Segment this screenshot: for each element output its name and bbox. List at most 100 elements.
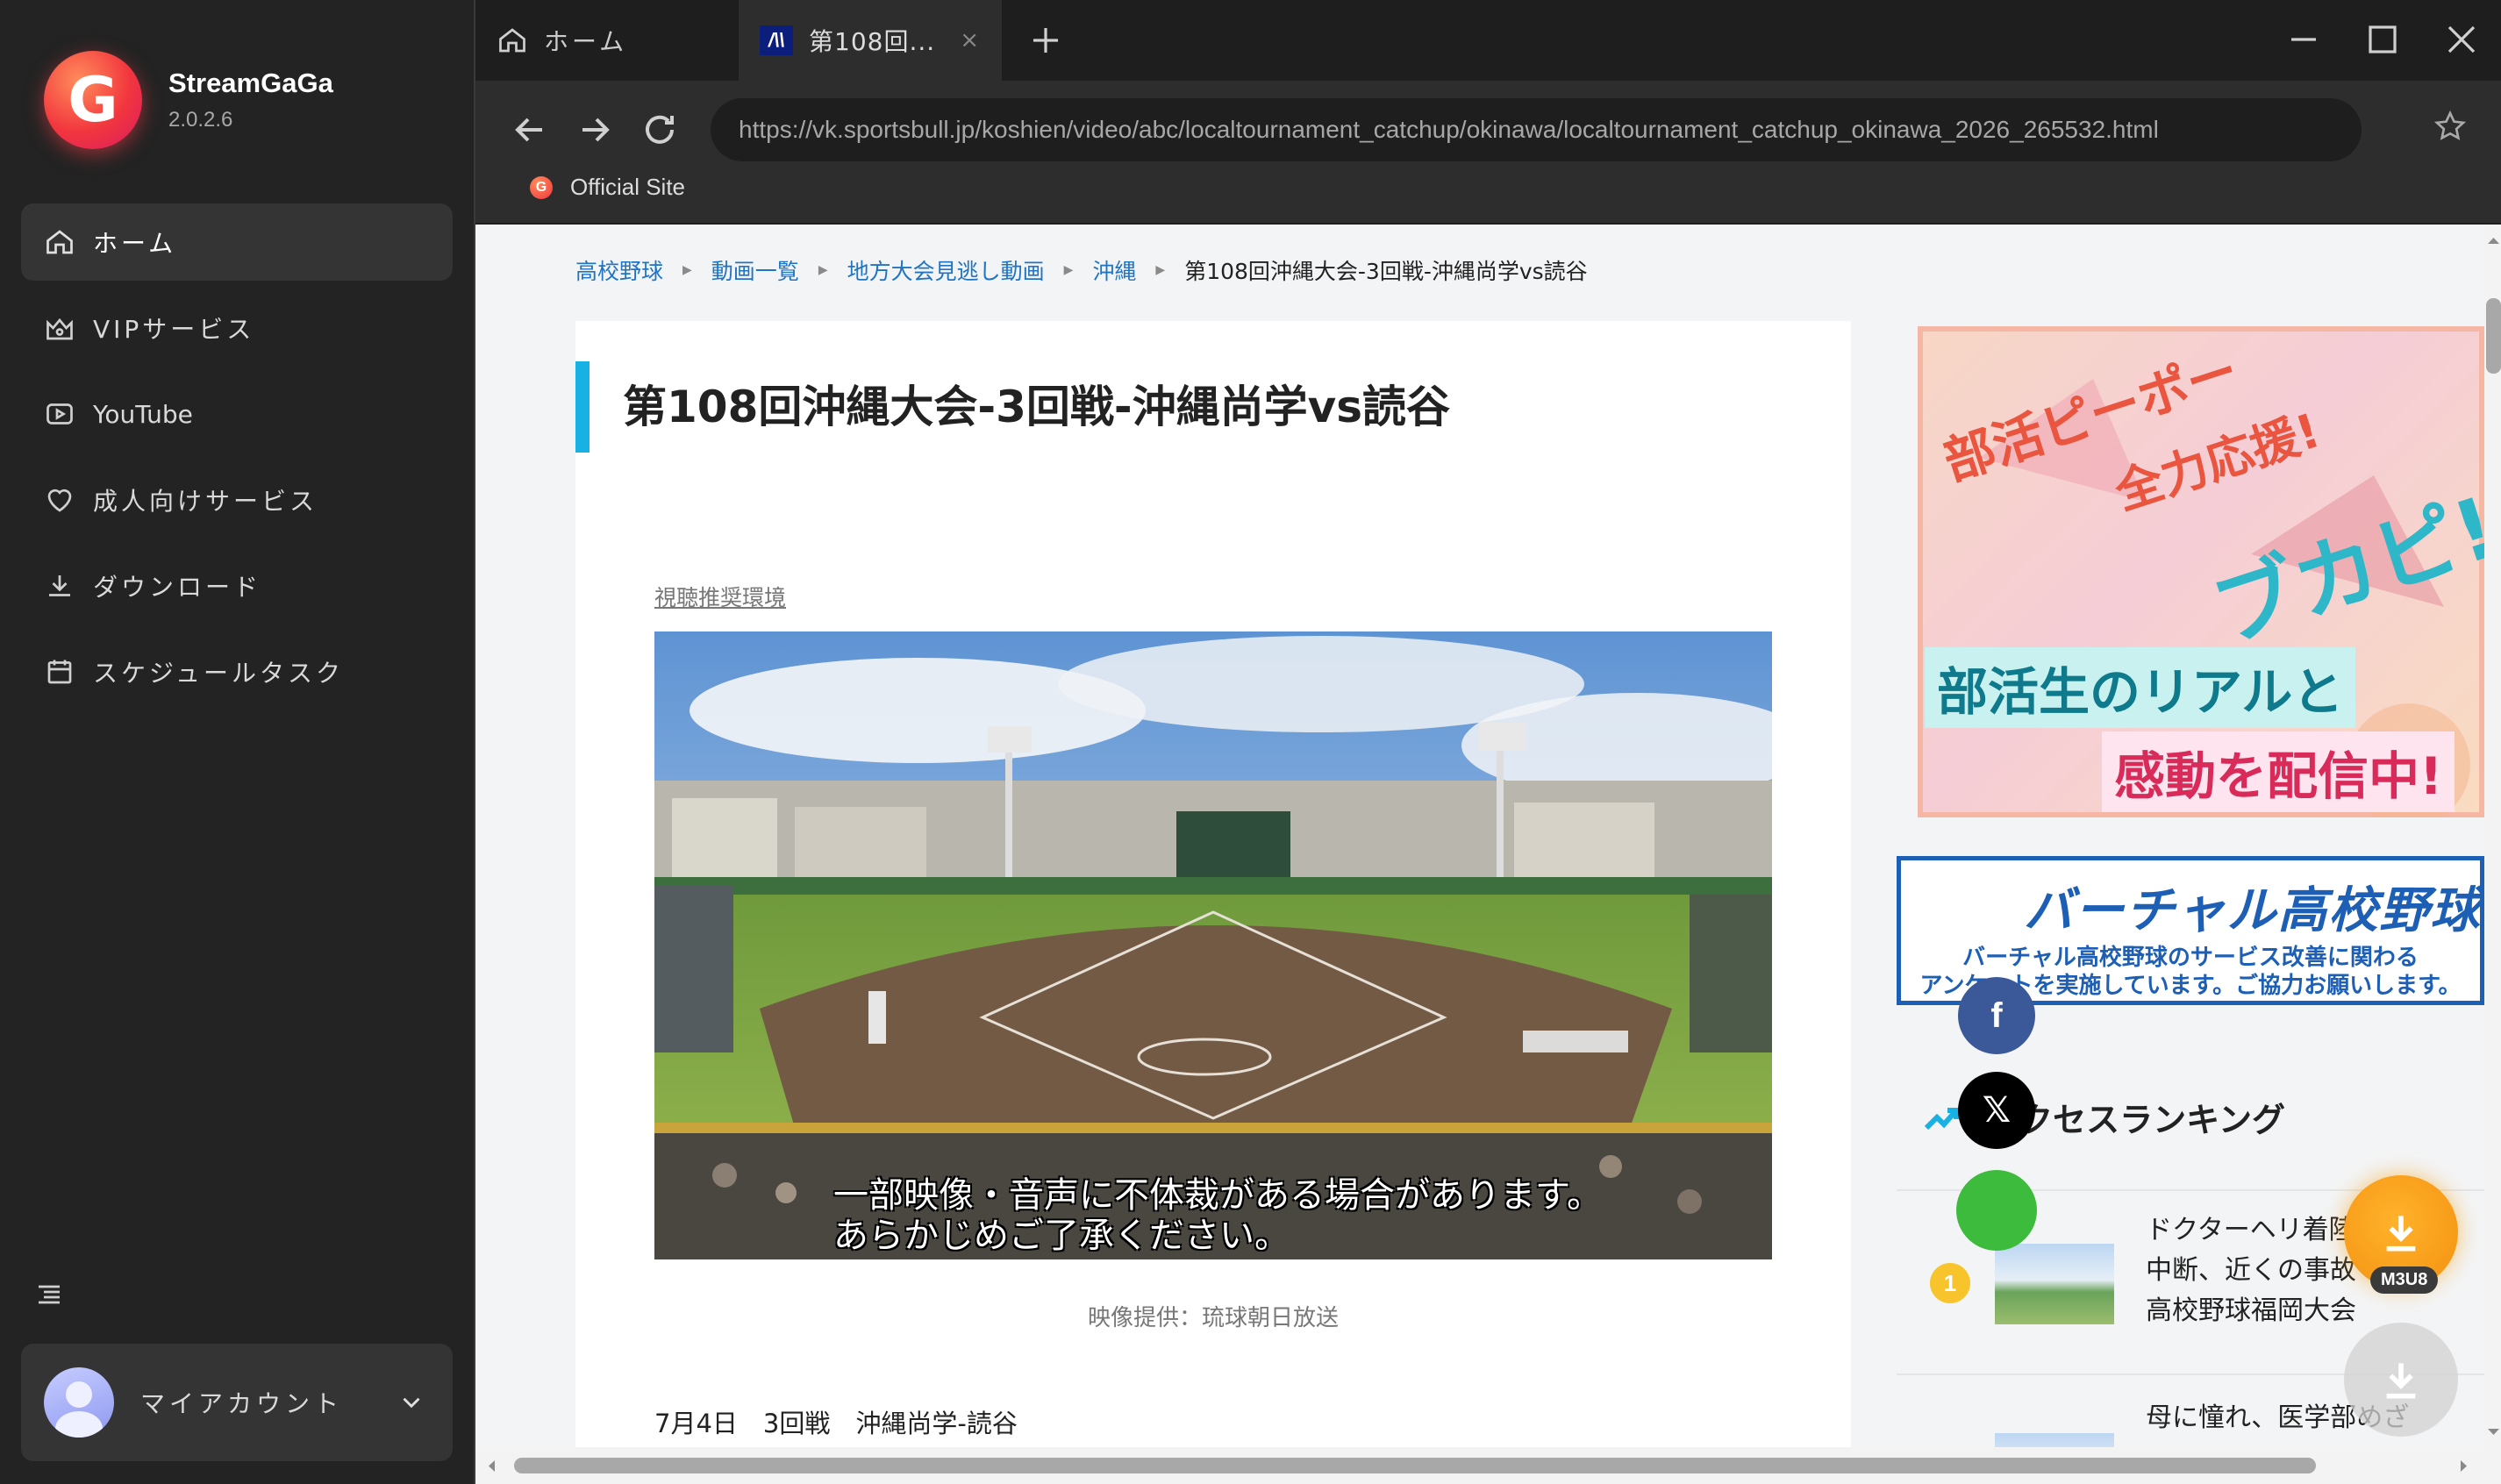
recommended-env-link[interactable]: 視聴推奨環境 xyxy=(654,581,786,612)
app-version: 2.0.2.6 xyxy=(168,108,233,132)
facebook-icon: f xyxy=(1990,995,2003,1035)
scroll-down-icon[interactable] xyxy=(2484,1423,2501,1441)
youtube-icon xyxy=(46,403,73,425)
address-bar: https://vk.sportsbull.jp/koshien/video/a… xyxy=(475,81,2501,223)
ranking-thumbnail xyxy=(1995,1244,2114,1324)
app-logo: G xyxy=(44,51,142,149)
trending-up-icon xyxy=(1924,1107,1959,1130)
breadcrumb-current: 第108回沖縄大会-3回戦-沖縄尚学vs読谷 xyxy=(1184,259,1588,284)
video-description: 7月4日 3回戦 沖縄尚学-読谷 xyxy=(654,1409,1018,1438)
bookmark-star-icon[interactable] xyxy=(2433,109,2468,144)
back-icon[interactable] xyxy=(509,109,551,151)
sidebar-item-label: ダウンロード xyxy=(93,573,262,602)
sidebar-item-label: ホーム xyxy=(93,229,177,258)
forward-icon[interactable] xyxy=(574,109,616,151)
sidebar-item-label: YouTube xyxy=(93,399,193,429)
app-name: StreamGaGa xyxy=(168,68,333,98)
sidebar-item-home[interactable]: ホーム xyxy=(21,203,453,281)
sidebar: G StreamGaGa 2.0.2.6 ホーム VIPサービス YouTube… xyxy=(0,0,474,1484)
sidebar-item-vip[interactable]: VIPサービス xyxy=(21,289,453,367)
ranking-title-line: 高校野球福岡大会 xyxy=(2146,1295,2356,1326)
bookmark-official-site[interactable]: G Official Site xyxy=(530,174,685,201)
bukapi-ad-banner[interactable]: 部活ピーポー 全力応援! ブカピ! 部活生のリアルと 感動を配信中! xyxy=(1918,326,2484,817)
close-window-icon[interactable] xyxy=(2440,16,2483,63)
sidebar-item-download[interactable]: ダウンロード xyxy=(21,547,453,624)
account-label: マイアカウント xyxy=(140,1389,344,1418)
sidebar-item-label: 成人向けサービス xyxy=(93,487,318,516)
tab-video[interactable]: /\\ 第108回... × xyxy=(739,0,1002,81)
ad-bukapi-line3: 部活生のリアルと xyxy=(1925,647,2356,728)
vertical-scrollbar[interactable] xyxy=(2484,225,2501,1447)
sidebar-item-label: VIPサービス xyxy=(93,315,255,344)
tab-title: ホーム xyxy=(544,27,628,56)
breadcrumb-link[interactable]: 動画一覧 xyxy=(711,254,799,286)
horizontal-scrollbar[interactable] xyxy=(475,1447,2501,1484)
stadium-image xyxy=(654,631,1772,1259)
sidebar-nav: ホーム VIPサービス YouTube 成人向けサービス ダウンロード スケジュ… xyxy=(21,203,453,719)
ad-bukapi-line4: 感動を配信中! xyxy=(2102,731,2455,812)
home-icon xyxy=(499,28,525,53)
scroll-left-icon[interactable] xyxy=(482,1457,501,1475)
vip-icon xyxy=(46,317,73,340)
page-title: 第108回沖縄大会-3回戦-沖縄尚学vs読谷 xyxy=(623,382,1451,432)
ranking-thumbnail xyxy=(1995,1433,2114,1447)
title-accent-bar xyxy=(575,361,590,453)
app-window: G StreamGaGa 2.0.2.6 ホーム VIPサービス YouTube… xyxy=(0,0,2501,1484)
m3u8-badge: M3U8 xyxy=(2370,1266,2439,1294)
streamgaga-favicon: G xyxy=(530,175,553,199)
sidebar-item-youtube[interactable]: YouTube xyxy=(21,375,453,453)
logo-letter: G xyxy=(68,64,118,136)
article-card: 第108回沖縄大会-3回戦-沖縄尚学vs読谷 視聴推奨環境 一部映像・音声に不体… xyxy=(575,321,1851,1447)
close-tab-icon[interactable]: × xyxy=(960,27,979,54)
brand: G StreamGaGa 2.0.2.6 xyxy=(44,51,333,149)
download-icon xyxy=(49,575,70,596)
sportsbull-favicon: /\\ xyxy=(760,25,793,55)
url-field[interactable]: https://vk.sportsbull.jp/koshien/video/a… xyxy=(711,98,2362,161)
home-icon xyxy=(46,230,73,254)
account-panel[interactable]: マイアカウント xyxy=(21,1344,453,1461)
breadcrumb-link[interactable]: 沖縄 xyxy=(1092,254,1136,286)
breadcrumb-sep-icon: ▶ xyxy=(1063,263,1074,277)
scrollbar-thumb[interactable] xyxy=(2486,298,2501,374)
bookmark-label: Official Site xyxy=(570,174,686,200)
heart-icon xyxy=(47,489,72,512)
web-content: 高校野球 ▶ 動画一覧 ▶ 地方大会見逃し動画 ▶ 沖縄 ▶ 第108回沖縄大会… xyxy=(475,225,2484,1447)
breadcrumb-sep-icon: ▶ xyxy=(818,263,828,277)
rank-number: 1 xyxy=(1930,1263,1970,1303)
calendar-icon xyxy=(47,660,72,684)
facebook-share-button[interactable]: f xyxy=(1958,977,2035,1054)
line-share-button[interactable] xyxy=(1956,1170,2037,1251)
browser-area: ホーム /\\ 第108回... × https://vk.sportsbull… xyxy=(474,0,2501,1484)
sidebar-item-schedule[interactable]: スケジュールタスク xyxy=(21,633,453,710)
video-credit: 映像提供：琉球朝日放送 xyxy=(1087,1305,1339,1331)
x-share-button[interactable]: 𝕏 xyxy=(1958,1072,2035,1149)
collapse-menu-icon[interactable] xyxy=(33,1279,65,1310)
download-icon xyxy=(2386,1216,2416,1252)
download-icon xyxy=(2386,1363,2416,1399)
secondary-download-fab[interactable] xyxy=(2344,1323,2458,1437)
url-text: https://vk.sportsbull.jp/koshien/video/a… xyxy=(739,116,2159,143)
x-icon: 𝕏 xyxy=(1982,1090,2012,1131)
new-tab-icon[interactable] xyxy=(1025,19,1067,61)
chevron-down-icon[interactable] xyxy=(397,1388,426,1417)
avatar xyxy=(44,1367,114,1438)
breadcrumb-sep-icon: ▶ xyxy=(1155,263,1166,277)
breadcrumb-sep-icon: ▶ xyxy=(682,263,692,277)
reload-icon[interactable] xyxy=(639,109,681,151)
breadcrumb-link[interactable]: 高校野球 xyxy=(575,254,663,286)
sidebar-item-label: スケジュールタスク xyxy=(93,659,345,688)
breadcrumb-link[interactable]: 地方大会見逃し動画 xyxy=(847,254,1045,286)
video-player[interactable]: 一部映像・音声に不体裁がある場合があります。 あらかじめご了承ください。 xyxy=(654,631,1772,1259)
sidebar-item-adult[interactable]: 成人向けサービス xyxy=(21,461,453,539)
minimize-icon[interactable] xyxy=(2283,16,2325,63)
tab-bar: ホーム /\\ 第108回... × xyxy=(475,0,2501,81)
tab-home[interactable]: ホーム xyxy=(497,0,760,81)
scroll-right-icon[interactable] xyxy=(2455,1457,2473,1475)
scroll-up-icon[interactable] xyxy=(2484,232,2501,250)
video-subtitle-line2: あらかじめご了承ください。 xyxy=(833,1216,1290,1256)
scrollbar-thumb[interactable] xyxy=(514,1458,2316,1473)
ad-virtual-logo: バーチャル高校野球 xyxy=(2024,882,2482,939)
tab-title: 第108回... xyxy=(809,27,936,56)
breadcrumb: 高校野球 ▶ 動画一覧 ▶ 地方大会見逃し動画 ▶ 沖縄 ▶ 第108回沖縄大会… xyxy=(575,254,1588,286)
maximize-icon[interactable] xyxy=(2362,16,2404,63)
